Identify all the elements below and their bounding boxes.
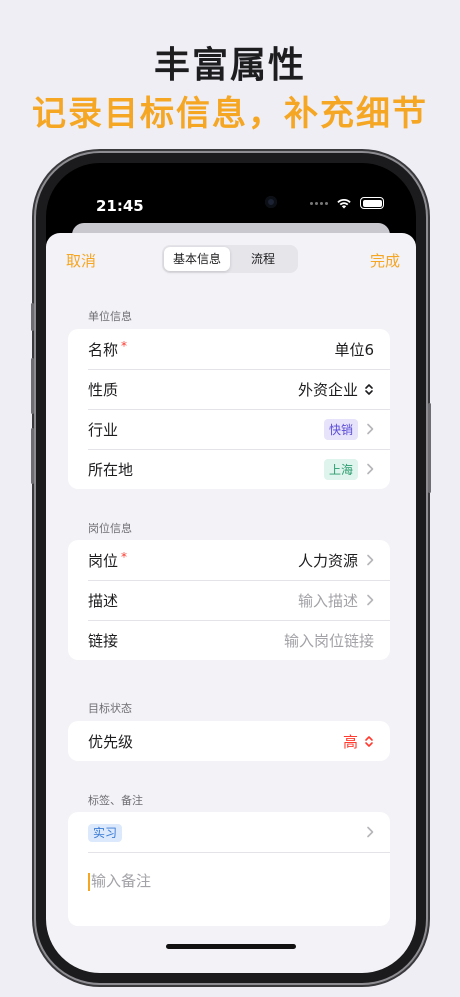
section-header-tags: 标签、备注 xyxy=(88,794,143,807)
section-header-position: 岗位信息 xyxy=(88,522,132,535)
row-label: 岗位 * xyxy=(88,549,128,570)
status-time: 21:45 xyxy=(96,197,144,215)
row-priority[interactable]: 优先级 高 xyxy=(68,721,390,761)
row-link[interactable]: 链接 输入岗位链接 xyxy=(68,620,390,660)
cancel-button[interactable]: 取消 xyxy=(66,250,96,271)
chevron-right-icon xyxy=(367,423,374,435)
promo-subtitle: 记录目标信息，补充细节 xyxy=(32,94,428,134)
section-header-unit: 单位信息 xyxy=(88,310,132,323)
chevron-right-icon xyxy=(367,826,374,838)
row-description[interactable]: 描述 输入描述 xyxy=(68,580,390,620)
row-label: 优先级 xyxy=(88,732,134,751)
side-button-power xyxy=(428,403,431,493)
chevron-up-down-icon xyxy=(365,735,373,747)
row-tags[interactable]: 实习 xyxy=(68,812,390,852)
row-nature[interactable]: 性质 外资企业 xyxy=(68,369,390,409)
notes-placeholder: 输入备注 xyxy=(91,872,152,890)
description-placeholder: 输入描述 xyxy=(297,591,358,610)
name-value: 单位6 xyxy=(334,340,374,359)
chevron-right-icon xyxy=(367,463,374,475)
row-position[interactable]: 岗位 * 人力资源 xyxy=(68,540,390,580)
signal-dots-icon xyxy=(310,201,328,205)
row-label: 所在地 xyxy=(88,460,134,479)
nature-value: 外资企业 xyxy=(297,380,358,399)
text-cursor xyxy=(88,872,90,891)
tab-basic-info[interactable]: 基本信息 xyxy=(164,247,230,271)
phone-screen: 21:45 取消 基本信息 流程 完成 单位信息 名称 * 单位6 性质 外资企… xyxy=(46,163,416,973)
link-input[interactable]: 输入岗位链接 xyxy=(284,630,374,651)
row-label: 描述 xyxy=(88,591,119,610)
battery-icon xyxy=(360,197,384,209)
required-mark: * xyxy=(121,338,128,353)
side-button-volume-down xyxy=(31,428,34,484)
wifi-icon xyxy=(337,198,351,209)
tab-process[interactable]: 流程 xyxy=(230,247,296,271)
phone-frame: 21:45 取消 基本信息 流程 完成 单位信息 名称 * 单位6 性质 外资企… xyxy=(31,153,431,983)
chevron-right-icon xyxy=(367,554,374,566)
priority-value: 高 xyxy=(342,732,358,751)
side-button-mute xyxy=(31,303,34,331)
promo-title: 丰富属性 xyxy=(153,45,306,86)
status-card: 优先级 高 xyxy=(68,721,390,761)
chevron-up-down-icon xyxy=(365,383,373,395)
required-mark: * xyxy=(121,549,128,564)
side-button-volume-up xyxy=(31,358,34,414)
chevron-right-icon xyxy=(367,594,374,606)
location-tag: 上海 xyxy=(323,458,358,480)
tags-card: 实习 输入备注 xyxy=(68,812,390,926)
status-icons xyxy=(310,197,384,209)
tag-chip: 实习 xyxy=(88,824,123,842)
industry-tag: 快销 xyxy=(323,418,358,440)
unit-info-card: 名称 * 单位6 性质 外资企业 行业 快销 所在地 上海 xyxy=(68,329,390,489)
done-button[interactable]: 完成 xyxy=(370,250,400,271)
home-indicator[interactable] xyxy=(166,944,296,949)
row-label: 行业 xyxy=(88,420,119,439)
section-header-status: 目标状态 xyxy=(88,702,132,715)
segmented-control: 基本信息 流程 xyxy=(162,245,298,273)
camera-icon xyxy=(265,196,277,208)
row-label: 性质 xyxy=(88,380,119,399)
position-value: 人力资源 xyxy=(297,551,358,570)
row-location[interactable]: 所在地 上海 xyxy=(68,449,390,489)
row-industry[interactable]: 行业 快销 xyxy=(68,409,390,449)
position-info-card: 岗位 * 人力资源 描述 输入描述 链接 输入岗位链接 xyxy=(68,540,390,660)
tags-wrap: 实习 xyxy=(88,823,358,842)
row-name[interactable]: 名称 * 单位6 xyxy=(68,329,390,369)
row-label: 链接 xyxy=(88,631,119,650)
edit-sheet: 取消 基本信息 流程 完成 单位信息 名称 * 单位6 性质 外资企业 行业 快… xyxy=(46,233,416,973)
notes-textarea[interactable]: 输入备注 xyxy=(68,852,390,926)
row-label: 名称 * xyxy=(88,338,128,359)
